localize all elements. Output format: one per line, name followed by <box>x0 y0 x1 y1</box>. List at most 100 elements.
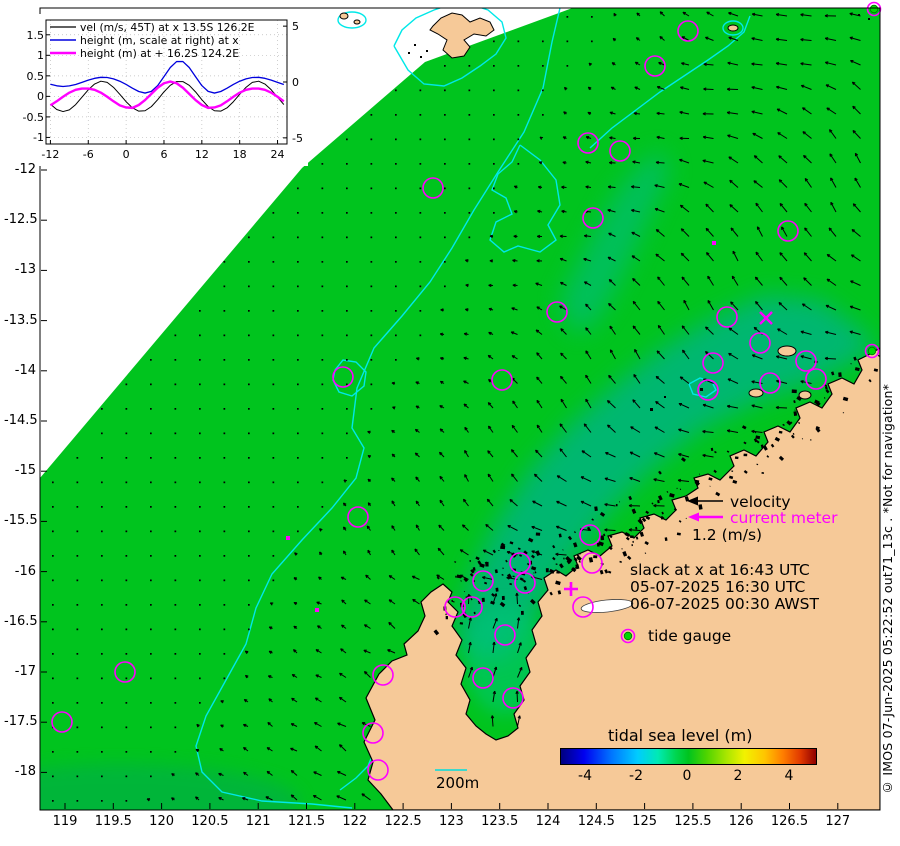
colorbar-tick-label: -2 <box>629 768 643 784</box>
islet <box>630 535 634 539</box>
colorbar <box>560 748 817 765</box>
inset-y-right-tick-label: 5 <box>292 20 299 34</box>
x-axis-tick-label: 127 <box>825 814 851 829</box>
islet <box>594 506 598 512</box>
islet <box>414 44 416 46</box>
islet <box>593 555 598 559</box>
islet <box>631 544 633 547</box>
x-axis-tick-label: 124.5 <box>577 814 615 829</box>
x-axis-tick-label: 121.5 <box>287 814 326 829</box>
colorbar-title: tidal sea level (m) <box>608 726 753 745</box>
x-axis-tick-label: 123.5 <box>481 814 519 829</box>
y-axis-tick-label: -18 <box>14 764 36 780</box>
y-axis-tick-label: -15.5 <box>4 513 38 529</box>
islet <box>731 470 734 472</box>
inset-x-tick-label: -12 <box>41 148 60 161</box>
islet <box>700 388 703 391</box>
islet <box>556 570 560 574</box>
islet <box>650 408 653 411</box>
x-axis-tick-label: 122 <box>342 814 368 829</box>
speed-scale-label: 1.2 (m/s) <box>692 526 763 544</box>
islet <box>520 610 524 615</box>
x-axis-tick-label: 125.5 <box>674 814 712 829</box>
y-axis-tick-label: -16.5 <box>4 613 38 629</box>
tide-gauge-legend-label: tide gauge <box>648 627 732 645</box>
x-axis-tick-label: 119.5 <box>94 814 132 829</box>
islet <box>676 532 681 536</box>
inset-legend-height-x: height (m, scale at right) at x <box>80 34 239 47</box>
islet <box>850 363 852 365</box>
x-axis-tick-label: 122.5 <box>384 814 422 829</box>
inset-y-right-tick-label: -5 <box>292 131 303 145</box>
islet <box>501 595 505 601</box>
current-meter-dot <box>286 536 290 540</box>
y-axis-tick-label: -15 <box>14 463 36 479</box>
slack-time-line1: slack at x at 16:43 UTC <box>630 561 810 579</box>
islet <box>615 503 618 507</box>
x-axis-tick-label: 123 <box>438 814 464 829</box>
islet <box>459 622 464 625</box>
x-axis-tick-label: 120 <box>149 814 174 829</box>
colorbar-tick-label: 0 <box>682 768 692 784</box>
island <box>339 12 349 20</box>
x-axis-tick-label: 124 <box>535 814 561 829</box>
tide-gauge-dot <box>867 346 877 356</box>
islet <box>632 540 634 543</box>
islet <box>868 18 870 20</box>
islet <box>455 575 457 578</box>
x-axis-tick-label: 119 <box>52 814 78 829</box>
islet <box>469 559 471 562</box>
islet <box>473 611 476 615</box>
slack-time-line3: 06-07-2025 00:30 AWST <box>630 595 819 613</box>
islet <box>734 456 739 460</box>
watermark-text: © IMOS 07-Jun-2025 05:22:52 out71_13c . … <box>880 383 895 795</box>
island <box>353 19 361 25</box>
islet <box>664 537 668 541</box>
island <box>748 388 764 398</box>
inset-y-left-tick-label: 0.5 <box>26 69 45 83</box>
islet <box>512 575 515 578</box>
islet <box>445 615 449 620</box>
colorbar-tick-label: 4 <box>784 768 794 784</box>
inset-x-tick-label: 0 <box>122 148 130 161</box>
scalebar-label: 200m <box>436 774 480 792</box>
figure-root: velocity current meter 1.2 (m/s) slack a… <box>0 0 900 846</box>
inset-y-left-tick-label: 0 <box>37 90 44 104</box>
inset-x-tick-label: 6 <box>160 148 168 161</box>
inset-y-left-tick-label: 1.5 <box>26 28 45 42</box>
y-axis-tick-label: -12.5 <box>4 212 38 228</box>
islet <box>495 587 499 592</box>
islet <box>408 52 410 54</box>
islet <box>600 535 605 541</box>
tide-gauge-dot <box>869 4 879 14</box>
island <box>727 24 739 32</box>
inset-legend-vel: vel (m/s, 45T) at x 13.5S 126.2E <box>80 21 255 34</box>
current-meter-dot <box>712 241 716 245</box>
islet <box>426 50 428 52</box>
island <box>798 390 812 400</box>
islet <box>791 389 797 394</box>
tide-gauge-dot <box>623 631 633 641</box>
x-axis-tick-label: 125 <box>632 814 657 829</box>
inset-x-tick-label: 12 <box>194 148 209 161</box>
x-axis-tick-label: 121 <box>245 814 271 829</box>
islet <box>481 597 485 603</box>
islet <box>535 532 541 536</box>
islet <box>420 56 422 58</box>
islet <box>621 548 623 550</box>
inset-y-left-tick-label: -1 <box>33 131 44 145</box>
y-axis-tick-label: -13.5 <box>4 312 38 328</box>
islet <box>842 412 845 414</box>
inset-y-left-tick-label: -0.5 <box>22 110 44 124</box>
inset-y-right-tick-label: 0 <box>292 76 299 89</box>
y-axis-tick-label: -13 <box>14 262 36 278</box>
colorbar-tick-label: 2 <box>733 768 743 784</box>
islet <box>579 553 581 555</box>
islet <box>743 453 748 457</box>
x-axis-tick-label: 126 <box>728 814 754 829</box>
islet <box>545 568 549 573</box>
islet <box>485 561 489 567</box>
x-axis-tick-label: 120.5 <box>191 814 229 829</box>
map-canvas <box>30 1 882 811</box>
islet <box>838 372 842 378</box>
